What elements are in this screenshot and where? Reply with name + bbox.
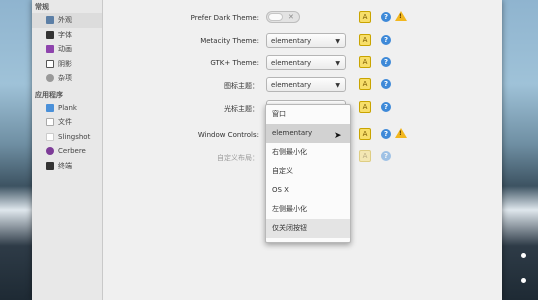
apply-button[interactable]: A [359, 34, 371, 46]
sidebar-item-appearance[interactable]: 外观 [32, 13, 102, 28]
gtk-theme-select[interactable]: elementary ▼ [266, 55, 346, 70]
help-icon[interactable]: ? [381, 35, 391, 45]
sidebar-item-animation[interactable]: 动画 [32, 42, 102, 57]
slingshot-icon [46, 132, 54, 141]
sidebar-item-label: 动画 [58, 45, 72, 54]
help-icon[interactable]: ? [381, 79, 391, 89]
sidebar-item-label: Plank [58, 103, 77, 112]
menu-item[interactable]: OS X [266, 181, 350, 200]
help-icon[interactable]: ? [381, 12, 391, 22]
sidebar: 常规 外观 字体 动画 阴影 杂项 应用程序 Plank 文件 Slingsho… [32, 0, 103, 300]
files-icon [46, 118, 54, 127]
menu-item[interactable]: 仅关闭按钮 [266, 219, 350, 238]
appearance-icon [46, 16, 54, 25]
sidebar-item-font[interactable]: 字体 [32, 28, 102, 43]
sidebar-item-misc[interactable]: 杂项 [32, 71, 102, 86]
sidebar-item-label: 阴影 [58, 59, 72, 68]
icon-theme-label: 图标主题： [224, 82, 259, 90]
apply-button[interactable]: A [359, 101, 371, 113]
cursor-theme-label: 光标主题： [224, 105, 259, 113]
apply-button[interactable]: A [359, 11, 371, 23]
menu-item[interactable]: 窗口 [266, 105, 350, 124]
help-icon[interactable]: ? [381, 57, 391, 67]
gtk-theme-row: GTK+ Theme: elementary ▼ A ? [103, 55, 502, 71]
icon-theme-select[interactable]: elementary ▼ [266, 77, 346, 92]
sidebar-item-label: Cerbere [58, 147, 86, 156]
switch-off-glyph: ✕ [288, 13, 294, 21]
apply-button[interactable]: A [359, 56, 371, 68]
help-icon[interactable]: ? [381, 102, 391, 112]
sidebar-item-label: 字体 [58, 30, 72, 39]
sidebar-item-shadow[interactable]: 阴影 [32, 57, 102, 72]
custom-layout-label: 自定义布局： [217, 154, 259, 162]
chevron-down-icon: ▼ [335, 82, 340, 89]
menu-item[interactable]: 右侧最小化 [266, 143, 350, 162]
sidebar-item-files[interactable]: 文件 [32, 115, 102, 130]
misc-icon [46, 74, 54, 83]
help-icon[interactable]: ? [381, 151, 391, 161]
gtk-theme-label: GTK+ Theme: [210, 59, 259, 67]
menu-item[interactable]: 自定义 [266, 162, 350, 181]
font-icon [46, 30, 54, 39]
apply-button[interactable]: A [359, 128, 371, 140]
sidebar-item-label: 终端 [58, 161, 72, 170]
sidebar-section-title: 常规 [35, 3, 49, 11]
dark-theme-label: Prefer Dark Theme: [190, 14, 259, 22]
help-icon[interactable]: ? [381, 129, 391, 139]
menu-item[interactable]: 左侧最小化 [266, 200, 350, 219]
mouse-cursor-icon: ➤ [334, 131, 342, 141]
animation-icon [46, 45, 54, 54]
sidebar-item-label: 外观 [58, 16, 72, 25]
plank-icon [46, 103, 54, 112]
sidebar-item-terminal[interactable]: 终端 [32, 159, 102, 174]
sidebar-section-title: 应用程序 [35, 90, 63, 99]
desktop-dot [521, 278, 526, 283]
sidebar-item-plank[interactable]: Plank [32, 101, 102, 116]
dark-theme-switch[interactable]: ✕ [266, 11, 300, 23]
sidebar-item-label: 文件 [58, 118, 72, 127]
chevron-down-icon: ▼ [335, 60, 340, 67]
apply-button[interactable]: A [359, 78, 371, 90]
chevron-down-icon: ▼ [335, 38, 340, 45]
window-controls-label: Window Controls: [197, 131, 259, 139]
icon-theme-row: 图标主题： elementary ▼ A ? [103, 77, 502, 93]
metacity-theme-select[interactable]: elementary ▼ [266, 33, 346, 48]
apply-button[interactable]: A [359, 150, 371, 162]
window-controls-dropdown-menu: 窗口 elementary 右侧最小化 自定义 OS X 左侧最小化 仅关闭按钮 [265, 104, 351, 243]
sidebar-item-label: 杂项 [58, 74, 72, 83]
sidebar-item-cerbere[interactable]: Cerbere [32, 144, 102, 159]
warning-icon: ! [395, 128, 407, 138]
terminal-icon [46, 161, 54, 170]
metacity-theme-label: Metacity Theme: [200, 37, 259, 45]
shadow-icon [46, 59, 54, 68]
desktop-dot [521, 253, 526, 258]
warning-icon: ! [395, 11, 407, 21]
sidebar-item-label: Slingshot [58, 132, 91, 141]
sidebar-item-slingshot[interactable]: Slingshot [32, 130, 102, 145]
cerbere-icon [46, 147, 54, 156]
dark-theme-row: Prefer Dark Theme: ✕ A ? ! [103, 10, 502, 26]
metacity-theme-row: Metacity Theme: elementary ▼ A ? [103, 33, 502, 49]
